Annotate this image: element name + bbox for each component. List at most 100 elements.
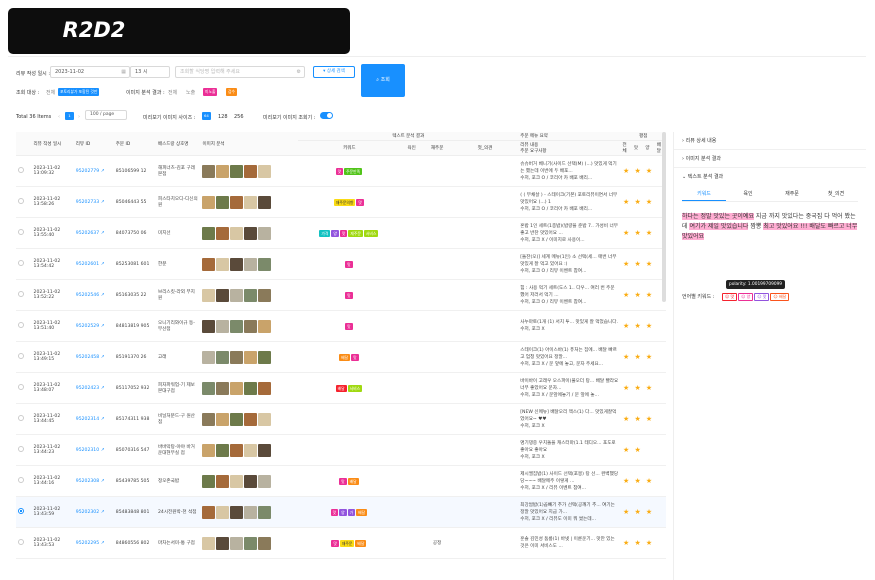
preview-size-64[interactable]: 64 — [202, 112, 211, 120]
review-thumbnail[interactable] — [202, 195, 216, 209]
review-thumbnail[interactable] — [216, 288, 230, 302]
review-id-link[interactable]: 95202733 — [76, 200, 99, 205]
external-link-icon[interactable]: ↗ — [101, 448, 105, 453]
accordion-text-result[interactable]: ⌄ 텍스트 분석 결과 — [674, 168, 866, 185]
review-thumbnail[interactable] — [244, 536, 258, 550]
col-taste[interactable]: 육인 — [400, 140, 423, 156]
external-link-icon[interactable]: ↗ — [101, 324, 105, 329]
review-thumbnail[interactable] — [202, 226, 216, 240]
review-id-link[interactable]: 95202302 — [76, 510, 99, 515]
search-button[interactable]: ⌕ 조회 — [361, 64, 405, 97]
review-thumbnail[interactable] — [258, 257, 272, 271]
row-radio[interactable] — [18, 384, 24, 390]
external-link-icon[interactable]: ↗ — [101, 293, 105, 298]
table-row[interactable]: 2023-11-02 13:52:22 95202546 ↗ 85163035 … — [16, 279, 666, 311]
review-thumbnail[interactable] — [202, 350, 216, 364]
row-radio[interactable] — [18, 353, 24, 359]
review-thumbnail[interactable] — [230, 350, 244, 364]
row-radio[interactable] — [18, 229, 24, 235]
col-image[interactable]: 이미지 분석 — [200, 132, 299, 156]
review-id-link[interactable]: 95202529 — [76, 324, 99, 329]
sentiment-taste-2[interactable]: ☺ 맛 — [754, 293, 770, 301]
prev-page-icon[interactable]: ‹ — [58, 114, 60, 120]
sentiment-delivery[interactable]: ☺ 배달 — [770, 293, 790, 301]
row-radio[interactable] — [18, 477, 24, 483]
review-thumbnail[interactable] — [202, 257, 216, 271]
review-id-link[interactable]: 95202423 — [76, 386, 99, 391]
external-link-icon[interactable]: ↗ — [101, 231, 105, 236]
row-radio[interactable] — [18, 322, 24, 328]
accordion-review-detail[interactable]: › 리뷰 상세 내용 — [674, 132, 866, 150]
review-thumbnail[interactable] — [258, 505, 272, 519]
col-shop[interactable]: 배스드랑 상호명 — [155, 132, 201, 156]
col-review-id[interactable]: 리뷰 ID — [73, 132, 114, 156]
col-etc[interactable]: 첫_의견 — [451, 140, 519, 156]
detail-search-button[interactable]: ▾ 상세 검색 — [313, 66, 355, 78]
date-input[interactable]: 2023-11-02 ▦ — [50, 66, 130, 78]
review-thumbnail[interactable] — [216, 319, 230, 333]
target-photo-only[interactable]: 포토리뷰가 포함된 것만 — [58, 88, 100, 96]
table-row[interactable]: 2023-11-02 13:43:59 95202302 ↗ 85483848 … — [16, 496, 666, 528]
review-thumbnail[interactable] — [244, 505, 258, 519]
review-thumbnail[interactable] — [258, 350, 272, 364]
external-link-icon[interactable]: ↗ — [101, 169, 105, 174]
review-id-link[interactable]: 95202458 — [76, 355, 99, 360]
row-radio[interactable] — [18, 539, 24, 545]
review-thumbnail[interactable] — [230, 257, 244, 271]
review-thumbnail[interactable] — [216, 164, 230, 178]
preview-size-128[interactable]: 128 — [218, 114, 228, 120]
review-thumbnail[interactable] — [230, 319, 244, 333]
review-thumbnail[interactable] — [202, 412, 216, 426]
review-thumbnail[interactable] — [244, 381, 258, 395]
table-scrollbar[interactable] — [662, 132, 666, 302]
row-radio[interactable] — [18, 446, 24, 452]
review-thumbnail[interactable] — [230, 381, 244, 395]
table-row[interactable]: 2023-11-02 13:54:42 95202601 ↗ 85253081 … — [16, 248, 666, 280]
external-link-icon[interactable]: ↗ — [101, 200, 105, 205]
row-radio[interactable] — [18, 291, 24, 297]
review-id-link[interactable]: 95202546 — [76, 293, 99, 298]
review-thumbnail[interactable] — [230, 505, 244, 519]
review-thumbnail[interactable] — [216, 443, 230, 457]
table-row[interactable]: 2023-11-02 13:48:07 95202423 ↗ 85117052 … — [16, 372, 666, 404]
review-thumbnail[interactable] — [230, 288, 244, 302]
next-page-icon[interactable]: › — [78, 114, 80, 120]
review-id-link[interactable]: 95202295 — [76, 541, 99, 546]
review-thumbnail[interactable] — [202, 319, 216, 333]
col-date[interactable]: 리뷰 작성 일시 — [31, 132, 74, 156]
image-review-tag[interactable]: 검수 — [226, 88, 237, 96]
tab-taste[interactable]: 육인 — [726, 187, 770, 201]
review-thumbnail[interactable] — [258, 319, 272, 333]
review-thumbnail[interactable] — [244, 319, 258, 333]
table-row[interactable]: 2023-11-02 13:51:40 95202529 ↗ 84813819 … — [16, 310, 666, 342]
review-thumbnail[interactable] — [230, 443, 244, 457]
review-thumbnail[interactable] — [244, 350, 258, 364]
review-thumbnail[interactable] — [230, 226, 244, 240]
table-row[interactable]: 2023-11-02 13:58:26 95202733 ↗ 85046443 … — [16, 186, 666, 218]
review-thumbnail[interactable] — [258, 226, 272, 240]
review-thumbnail[interactable] — [202, 164, 216, 178]
review-id-link[interactable]: 95202779 — [76, 169, 99, 174]
accordion-image-result[interactable]: › 이미지 분석 결과 — [674, 150, 866, 168]
hour-input[interactable]: 13 시 — [130, 66, 170, 78]
review-thumbnail[interactable] — [202, 536, 216, 550]
table-row[interactable]: 2023-11-02 13:44:45 95202314 ↗ 85174311 … — [16, 403, 666, 435]
review-thumbnail[interactable] — [216, 350, 230, 364]
col-review-summary[interactable]: 주문 메뉴 요약 — [518, 132, 621, 141]
tab-repurchase[interactable]: 재주문 — [770, 187, 814, 201]
review-thumbnail[interactable] — [230, 474, 244, 488]
row-radio[interactable] — [18, 415, 24, 421]
review-thumbnail[interactable] — [244, 226, 258, 240]
tab-keyword[interactable]: 키워드 — [682, 187, 726, 201]
review-thumbnail[interactable] — [258, 288, 272, 302]
image-exposed[interactable]: 노출 — [186, 89, 195, 96]
review-id-link[interactable]: 95202601 — [76, 262, 99, 267]
review-thumbnail[interactable] — [202, 474, 216, 488]
review-thumbnail[interactable] — [216, 474, 230, 488]
sentiment-taste[interactable]: ☺ 맛 — [722, 293, 738, 301]
external-link-icon[interactable]: ↗ — [101, 510, 105, 515]
review-thumbnail[interactable] — [202, 443, 216, 457]
table-row[interactable]: 2023-11-02 13:55:40 95202637 ↗ 84073750 … — [16, 217, 666, 249]
review-id-link[interactable]: 95202314 — [76, 417, 99, 422]
review-thumbnail[interactable] — [230, 164, 244, 178]
